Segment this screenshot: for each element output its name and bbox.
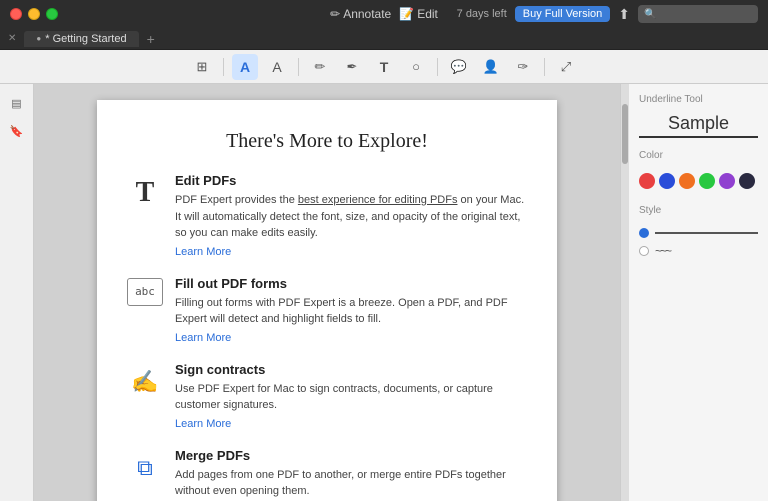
sign-contracts-icon: ✍ <box>127 364 163 400</box>
color-navy[interactable] <box>659 173 675 189</box>
annotate-mode[interactable]: ✏ Annotate <box>330 7 391 21</box>
toolbar-separator-3 <box>437 58 438 76</box>
maximize-button[interactable] <box>46 8 58 20</box>
comment-tool[interactable]: 💬 <box>446 54 472 80</box>
search-bar[interactable]: 🔍 <box>638 5 758 23</box>
panel-sample-text: Sample <box>639 113 758 138</box>
main-layout: ▤ 🔖 There's More to Explore! T Edit PDFs… <box>0 84 768 501</box>
tab-dot: ● <box>36 34 41 43</box>
feature-fill-forms: abc Fill out PDF forms Filling out forms… <box>127 276 527 344</box>
annotate-label: Annotate <box>343 7 391 21</box>
scrollbar-thumb[interactable] <box>622 104 628 164</box>
color-red[interactable] <box>639 173 655 189</box>
style-wavy-unselected <box>639 246 649 256</box>
title-bar: ✏ Annotate 📝 Edit 7 days left Buy Full V… <box>0 0 768 28</box>
toolbar-separator-4 <box>544 58 545 76</box>
title-bar-center: ✏ Annotate 📝 Edit <box>330 7 438 21</box>
scrollbar[interactable] <box>620 84 628 501</box>
fill-forms-icon: abc <box>127 278 163 306</box>
close-button[interactable] <box>10 8 22 20</box>
shape-tool[interactable]: ○ <box>403 54 429 80</box>
getting-started-tab[interactable]: ● * Getting Started <box>24 31 138 47</box>
title-bar-actions: ✏ Annotate 📝 Edit <box>330 7 438 21</box>
edit-pdfs-learn-more[interactable]: Learn More <box>175 246 527 258</box>
merge-pdfs-content: Merge PDFs Add pages from one PDF to ano… <box>175 448 527 501</box>
color-green[interactable] <box>699 173 715 189</box>
fill-forms-content: Fill out PDF forms Filling out forms wit… <box>175 276 527 344</box>
add-tab-button[interactable]: + <box>147 31 155 47</box>
edit-pdfs-link[interactable]: best experience for editing PDFs <box>298 194 458 206</box>
traffic-lights <box>10 8 58 20</box>
panel-tool-label: Underline Tool <box>639 94 758 105</box>
sign-contracts-learn-more[interactable]: Learn More <box>175 418 527 430</box>
content-area: There's More to Explore! T Edit PDFs PDF… <box>34 84 620 501</box>
toolbar: ⊞ A A ✏ ✒ T ○ 💬 👤 ✑ ⤢ <box>0 50 768 84</box>
color-dark[interactable] <box>739 173 755 189</box>
buy-full-version-button[interactable]: Buy Full Version <box>515 6 610 22</box>
color-swatches <box>639 173 758 189</box>
fill-forms-title: Fill out PDF forms <box>175 276 527 291</box>
feature-sign-contracts: ✍ Sign contracts Use PDF Expert for Mac … <box>127 362 527 430</box>
merge-pdfs-title: Merge PDFs <box>175 448 527 463</box>
expand-tool[interactable]: ⤢ <box>553 54 579 80</box>
pen-tool[interactable]: ✒ <box>339 54 365 80</box>
edit-pdfs-title: Edit PDFs <box>175 173 527 188</box>
grid-view-icon[interactable]: ⊞ <box>189 54 215 80</box>
toolbar-separator-2 <box>298 58 299 76</box>
minimize-button[interactable] <box>28 8 40 20</box>
style-solid-line <box>655 232 758 234</box>
edit-pdfs-desc: PDF Expert provides the best experience … <box>175 192 527 242</box>
search-icon: 🔍 <box>644 9 656 20</box>
sign-contracts-title: Sign contracts <box>175 362 527 377</box>
tab-label: * Getting Started <box>45 33 126 45</box>
stamp-tool[interactable]: 👤 <box>478 54 504 80</box>
style-wavy-line: ~~~ <box>655 244 758 258</box>
color-purple[interactable] <box>719 173 735 189</box>
toolbar-separator <box>223 58 224 76</box>
draw-tool[interactable]: ✏ <box>307 54 333 80</box>
title-bar-right: 7 days left Buy Full Version ⬆ 🔍 <box>457 5 758 23</box>
text-tool[interactable]: A <box>264 54 290 80</box>
sidebar-thumbnails-icon[interactable]: ▤ <box>6 92 28 114</box>
text-highlight-tool[interactable]: A <box>232 54 258 80</box>
style-solid-row[interactable] <box>639 228 758 238</box>
edit-icon: 📝 <box>399 7 414 21</box>
edit-mode[interactable]: 📝 Edit <box>399 7 438 21</box>
edit-label: Edit <box>417 7 438 21</box>
fill-forms-desc: Filling out forms with PDF Expert is a b… <box>175 295 527 328</box>
edit-pdfs-content: Edit PDFs PDF Expert provides the best e… <box>175 173 527 258</box>
sample-label: Sample <box>668 113 729 133</box>
right-panel: Underline Tool Sample Color Style ~~~ <box>628 84 768 501</box>
sign-contracts-content: Sign contracts Use PDF Expert for Mac to… <box>175 362 527 430</box>
sidebar-bookmarks-icon[interactable]: 🔖 <box>6 120 28 142</box>
edit-pdfs-icon: T <box>127 175 163 211</box>
feature-merge-pdfs: ⧉ Merge PDFs Add pages from one PDF to a… <box>127 448 527 501</box>
sign-contracts-desc: Use PDF Expert for Mac to sign contracts… <box>175 381 527 414</box>
merge-pdfs-icon: ⧉ <box>127 450 163 486</box>
pdf-document: There's More to Explore! T Edit PDFs PDF… <box>97 100 557 501</box>
color-orange[interactable] <box>679 173 695 189</box>
color-section-label: Color <box>639 150 758 161</box>
days-left-text: 7 days left <box>457 8 507 20</box>
upload-icon[interactable]: ⬆ <box>618 6 630 23</box>
feature-edit-pdfs: T Edit PDFs PDF Expert provides the best… <box>127 173 527 258</box>
style-wavy-row[interactable]: ~~~ <box>639 244 758 258</box>
signature-tool[interactable]: ✑ <box>510 54 536 80</box>
style-section-label: Style <box>639 205 758 216</box>
style-solid-selected <box>639 228 649 238</box>
style-options: ~~~ <box>639 228 758 258</box>
left-sidebar: ▤ 🔖 <box>0 84 34 501</box>
merge-pdfs-desc: Add pages from one PDF to another, or me… <box>175 467 527 500</box>
tab-bar: ✕ ● * Getting Started + <box>0 28 768 50</box>
annotate-icon: ✏ <box>330 7 340 21</box>
text-box-tool[interactable]: T <box>371 54 397 80</box>
pdf-main-title: There's More to Explore! <box>127 130 527 153</box>
fill-forms-learn-more[interactable]: Learn More <box>175 332 527 344</box>
window-close-icon[interactable]: ✕ <box>8 33 16 44</box>
